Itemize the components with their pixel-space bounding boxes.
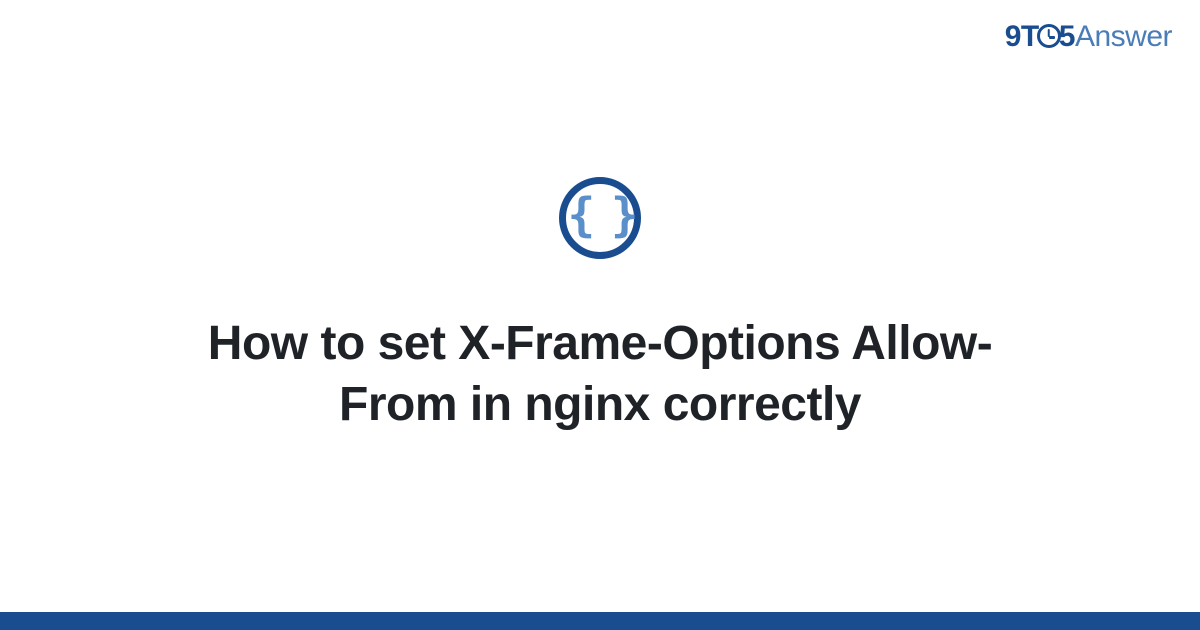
code-braces-icon: { } — [559, 177, 641, 259]
main-content: { } How to set X-Frame-Options Allow-Fro… — [0, 0, 1200, 612]
braces-glyph: { } — [567, 192, 632, 244]
page-title: How to set X-Frame-Options Allow-From in… — [150, 313, 1050, 436]
footer-bar — [0, 612, 1200, 630]
